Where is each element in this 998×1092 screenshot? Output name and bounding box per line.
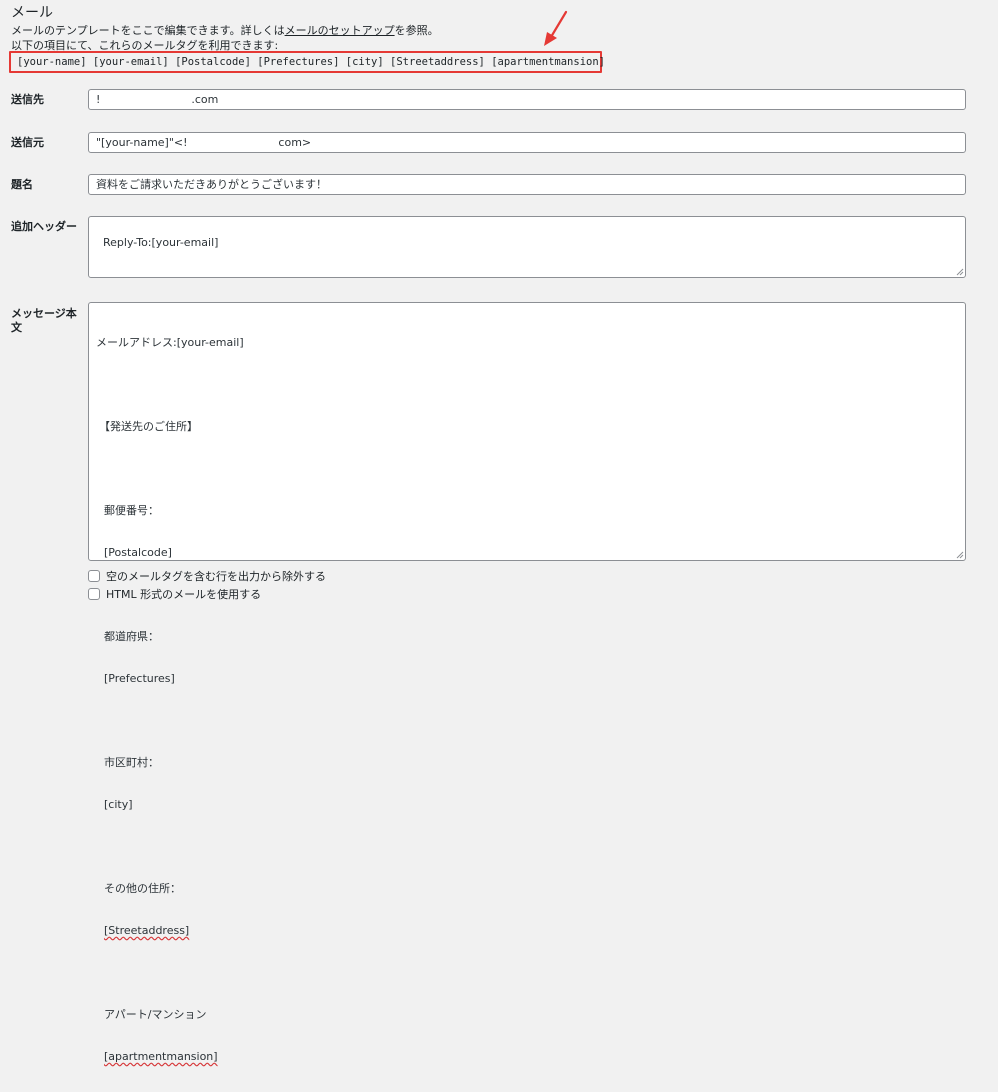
body-line: [Postalcode] [104,546,172,559]
use-html-checkbox[interactable] [88,588,100,600]
resize-handle-icon[interactable] [956,551,964,559]
body-label: メッセージ本 文 [11,307,77,335]
section-title: メール [11,5,53,21]
desc-text: メールのテンプレートをここで編集できます。詳しくは [11,24,285,37]
use-html-label: HTML 形式のメールを使用する [106,588,262,601]
body-label-line: 文 [11,321,22,334]
mail-setup-link[interactable]: メールのセットアップ [285,24,395,37]
mail-tag[interactable]: [city] [346,56,384,68]
body-line-text: [Streetaddress] [104,924,190,937]
mail-tag[interactable]: [Prefectures] [257,56,339,68]
body-line: 【発送先のご住所】 [99,420,198,433]
body-line [96,462,958,476]
from-label: 送信元 [11,136,44,149]
to-input[interactable]: ! .com [88,89,966,110]
body-line: 市区町村： [104,756,159,769]
body-line: メールアドレス:[your-email] [96,336,244,349]
use-html-option[interactable]: HTML 形式のメールを使用する [88,586,261,602]
mail-tag[interactable]: [Streetaddress] [390,56,485,68]
mail-tags-box: [your-name] [your-email] [Postalcode] [P… [9,51,605,73]
mail-tag[interactable]: [your-name] [17,56,87,68]
resize-handle-icon[interactable] [956,268,964,276]
body-line: アパート/マンション [104,1008,207,1021]
headers-textarea[interactable]: Reply-To:[your-email] [88,216,966,278]
mail-tag[interactable]: [Postalcode] [175,56,251,68]
subject-label: 題名 [11,178,33,191]
headers-label: 追加ヘッダー [11,220,77,233]
body-line: その他の住所： [104,882,181,895]
body-line: [apartmentmansion] [96,1050,958,1064]
section-description: メールのテンプレートをここで編集できます。詳しくはメールのセットアップを参照。 … [11,23,439,53]
body-line [96,840,958,854]
body-line [96,966,958,980]
headers-text: Reply-To:[your-email] [103,236,219,249]
body-line: [city] [104,798,133,811]
subject-input[interactable]: 資料をご請求いただきありがとうございます！ [88,174,966,195]
annotation-arrow-icon [544,10,568,46]
body-line-text: [apartmentmansion] [104,1050,218,1063]
to-label: 送信先 [11,93,44,106]
exclude-blank-option[interactable]: 空のメールタグを含む行を出力から除外する [88,568,326,584]
body-label-line: メッセージ本 [11,307,77,320]
body-line: 郵便番号： [104,504,159,517]
body-line [96,714,958,728]
exclude-blank-label: 空のメールタグを含む行を出力から除外する [106,570,326,583]
mail-tag[interactable]: [your-email] [93,56,169,68]
from-input[interactable]: "[your-name]"<! com> [88,132,966,153]
desc-text-post: を参照。 [394,24,439,37]
mail-tag[interactable]: [apartmentmansion] [491,56,605,68]
body-line: 都道府県： [104,630,159,643]
body-line: [Prefectures] [104,672,175,685]
exclude-blank-checkbox[interactable] [88,570,100,582]
body-line [96,378,958,392]
body-textarea[interactable]: メールアドレス:[your-email] 【発送先のご住所】 郵便番号： [Po… [88,302,966,1063]
body-line: [Streetaddress] [96,924,958,938]
